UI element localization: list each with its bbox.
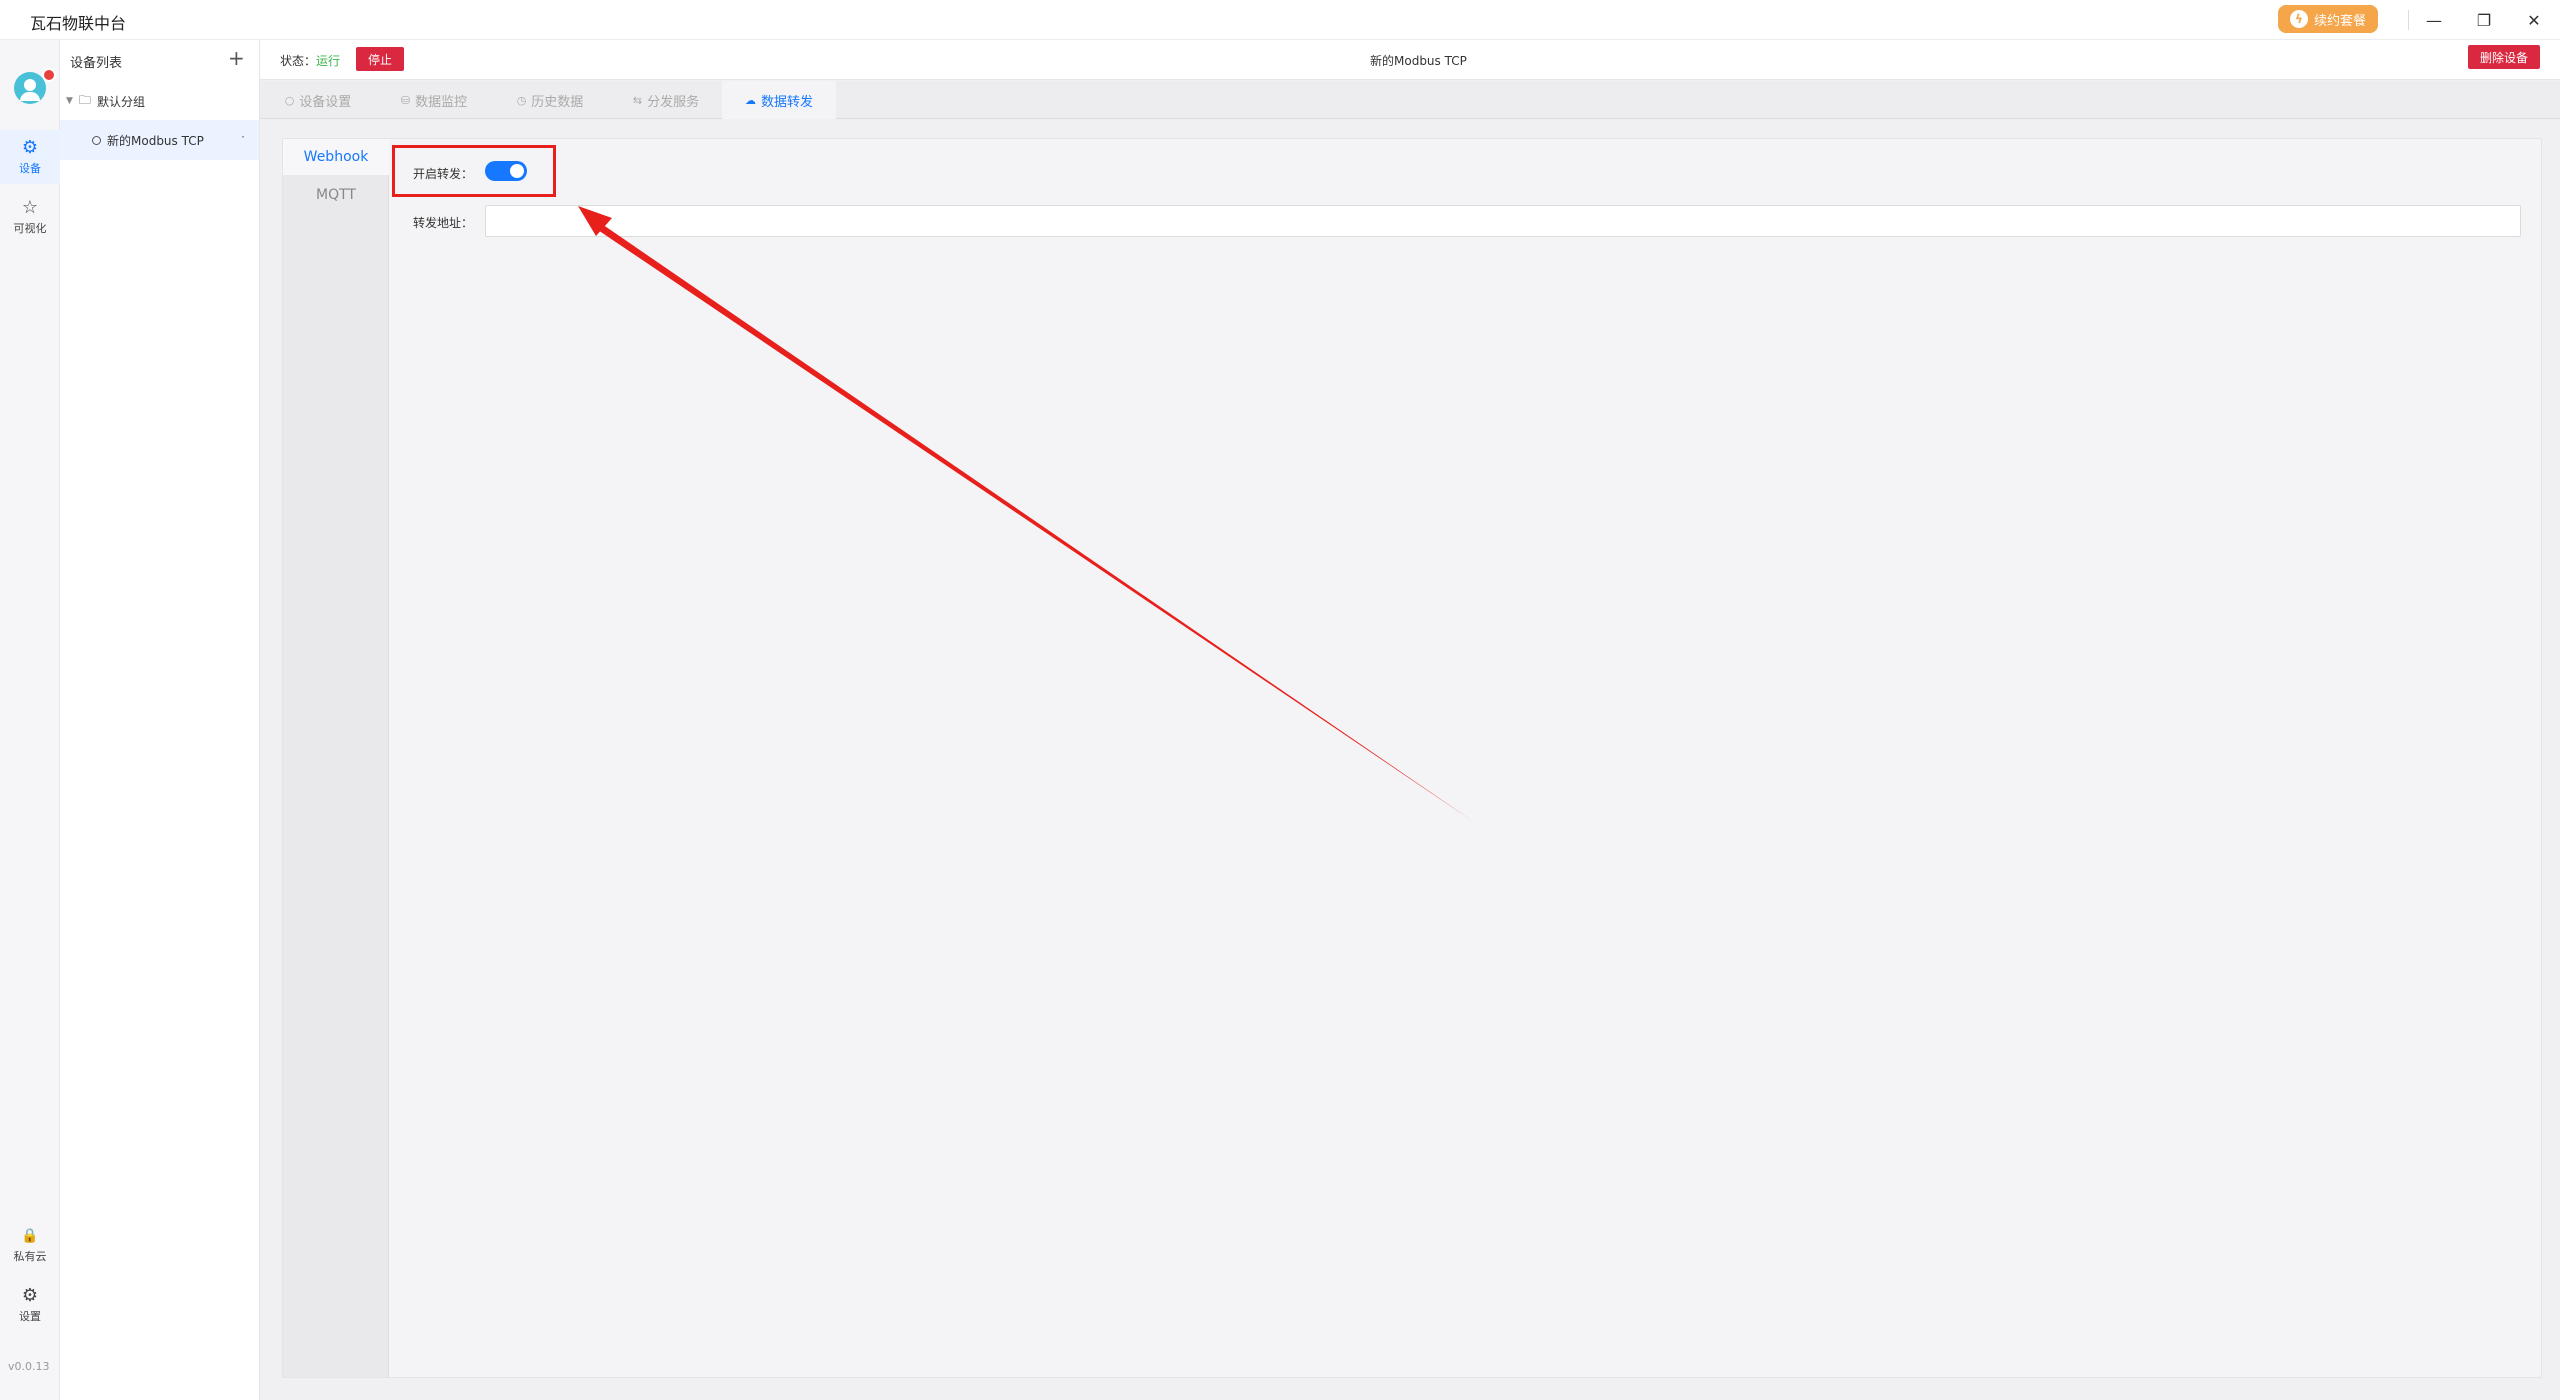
device-topbar: 状态：运行 停止 新的Modbus TCP 删除设备 (260, 40, 2560, 80)
database-icon: ⛁ (400, 93, 411, 107)
tab-label: 设备设置 (299, 94, 352, 110)
gear-icon: ⚙ (21, 1284, 39, 1306)
tab-data-forward[interactable]: ☁ 数据转发 (722, 81, 836, 119)
forward-address-input[interactable] (485, 205, 2521, 237)
main-area: 状态：运行 停止 新的Modbus TCP 删除设备 ○ 设备设置 ⛁ 数据监控… (260, 40, 2560, 1400)
add-device-button[interactable]: + (228, 46, 245, 70)
device-list-panel: 设备列表 + ▼ 🗀 默认分组 新的Modbus TCP · (60, 40, 260, 1400)
app-title: 瓦石物联中台 (30, 14, 127, 33)
lock-icon: 🔒 (21, 1227, 39, 1244)
notification-badge (42, 68, 56, 82)
tree-device-item[interactable]: 新的Modbus TCP · (60, 120, 259, 160)
lightning-icon: ϟ (2289, 10, 2308, 28)
minimize-icon: — (2426, 10, 2442, 30)
tab-data-monitor[interactable]: ⛁ 数据监控 (376, 81, 492, 119)
close-button[interactable]: ✕ (2520, 6, 2548, 34)
forward-address-label: 转发地址： (413, 216, 474, 230)
cloud-icon: ☁ (744, 93, 756, 107)
device-title: 新的Modbus TCP (1370, 54, 1467, 68)
rail-item-label: 设置 (19, 1309, 41, 1323)
renew-plan-button[interactable]: ϟ 续约套餐 (2278, 5, 2378, 33)
chip-icon: ⚙ (21, 136, 39, 158)
app-window: 瓦石物联中台 ϟ 续约套餐 — ❐ ✕ ⚙ 设备 ☆ 可视化 🔒 私有云 ⚙ 设… (0, 0, 2560, 1400)
rail-item-visualization[interactable]: ☆ 可视化 (0, 190, 60, 244)
forward-subtabs: Webhook MQTT (283, 139, 389, 1377)
clock-icon: ◷ (516, 93, 527, 107)
rail-item-label: 可视化 (13, 221, 47, 235)
stop-button[interactable]: 停止 (356, 47, 404, 71)
tree-group-default[interactable]: ▼ 🗀 默认分组 (66, 90, 145, 112)
avatar-head-icon (24, 79, 36, 91)
delete-device-button[interactable]: 删除设备 (2468, 45, 2540, 69)
renew-plan-label: 续约套餐 (2313, 13, 2366, 29)
settings-circle-icon: ○ (284, 93, 295, 107)
tab-label: 数据转发 (760, 94, 813, 110)
subtab-mqtt[interactable]: MQTT (283, 177, 389, 213)
restore-button[interactable]: ❐ (2470, 6, 2498, 34)
tab-distribution[interactable]: ⇆ 分发服务 (608, 81, 724, 119)
device-name: 新的Modbus TCP (107, 133, 204, 148)
caret-down-icon[interactable]: ▼ (66, 96, 73, 106)
tab-label: 分发服务 (647, 94, 700, 110)
rail-item-label: 私有云 (13, 1249, 47, 1263)
device-tabs: ○ 设备设置 ⛁ 数据监控 ◷ 历史数据 ⇆ 分发服务 ☁ 数据转发 (260, 81, 2560, 119)
status-label: 状态： (280, 54, 317, 68)
toggle-knob (510, 164, 524, 178)
tab-history[interactable]: ◷ 历史数据 (492, 81, 608, 119)
tab-label: 历史数据 (531, 94, 584, 110)
nav-rail: ⚙ 设备 ☆ 可视化 🔒 私有云 ⚙ 设置 v0.0.13 (0, 40, 60, 1400)
enable-forward-toggle[interactable] (485, 161, 527, 181)
star-icon: ☆ (21, 196, 39, 218)
status-value: 运行 (316, 54, 341, 68)
more-icon[interactable]: · (241, 130, 245, 144)
titlebar-divider (2408, 10, 2409, 30)
exchange-icon: ⇆ (632, 93, 643, 107)
folder-icon: 🗀 (78, 92, 91, 107)
status-text: 状态：运行 (280, 52, 340, 69)
avatar[interactable] (14, 72, 46, 104)
rail-item-label: 设备 (19, 161, 41, 175)
title-bar: 瓦石物联中台 ϟ 续约套餐 — ❐ ✕ (0, 0, 2560, 40)
device-status-icon (92, 135, 101, 145)
enable-forward-label: 开启转发： (413, 167, 474, 181)
subtab-webhook[interactable]: Webhook (283, 139, 389, 175)
rail-item-settings[interactable]: ⚙ 设置 (0, 1278, 60, 1332)
forward-content: Webhook MQTT 开启转发： 转发地址： (282, 138, 2542, 1378)
tab-label: 数据监控 (415, 94, 468, 110)
avatar-body-icon (20, 92, 40, 101)
minimize-button[interactable]: — (2420, 6, 2448, 34)
device-list-header: 设备列表 (70, 56, 123, 71)
close-icon: ✕ (2527, 10, 2541, 30)
rail-item-private-cloud[interactable]: 🔒 私有云 (0, 1218, 60, 1272)
restore-icon: ❐ (2476, 10, 2492, 30)
group-label: 默认分组 (96, 94, 145, 109)
tab-device-settings[interactable]: ○ 设备设置 (260, 81, 376, 119)
rail-item-devices[interactable]: ⚙ 设备 (0, 130, 60, 184)
version-label: v0.0.13 (8, 1360, 50, 1373)
